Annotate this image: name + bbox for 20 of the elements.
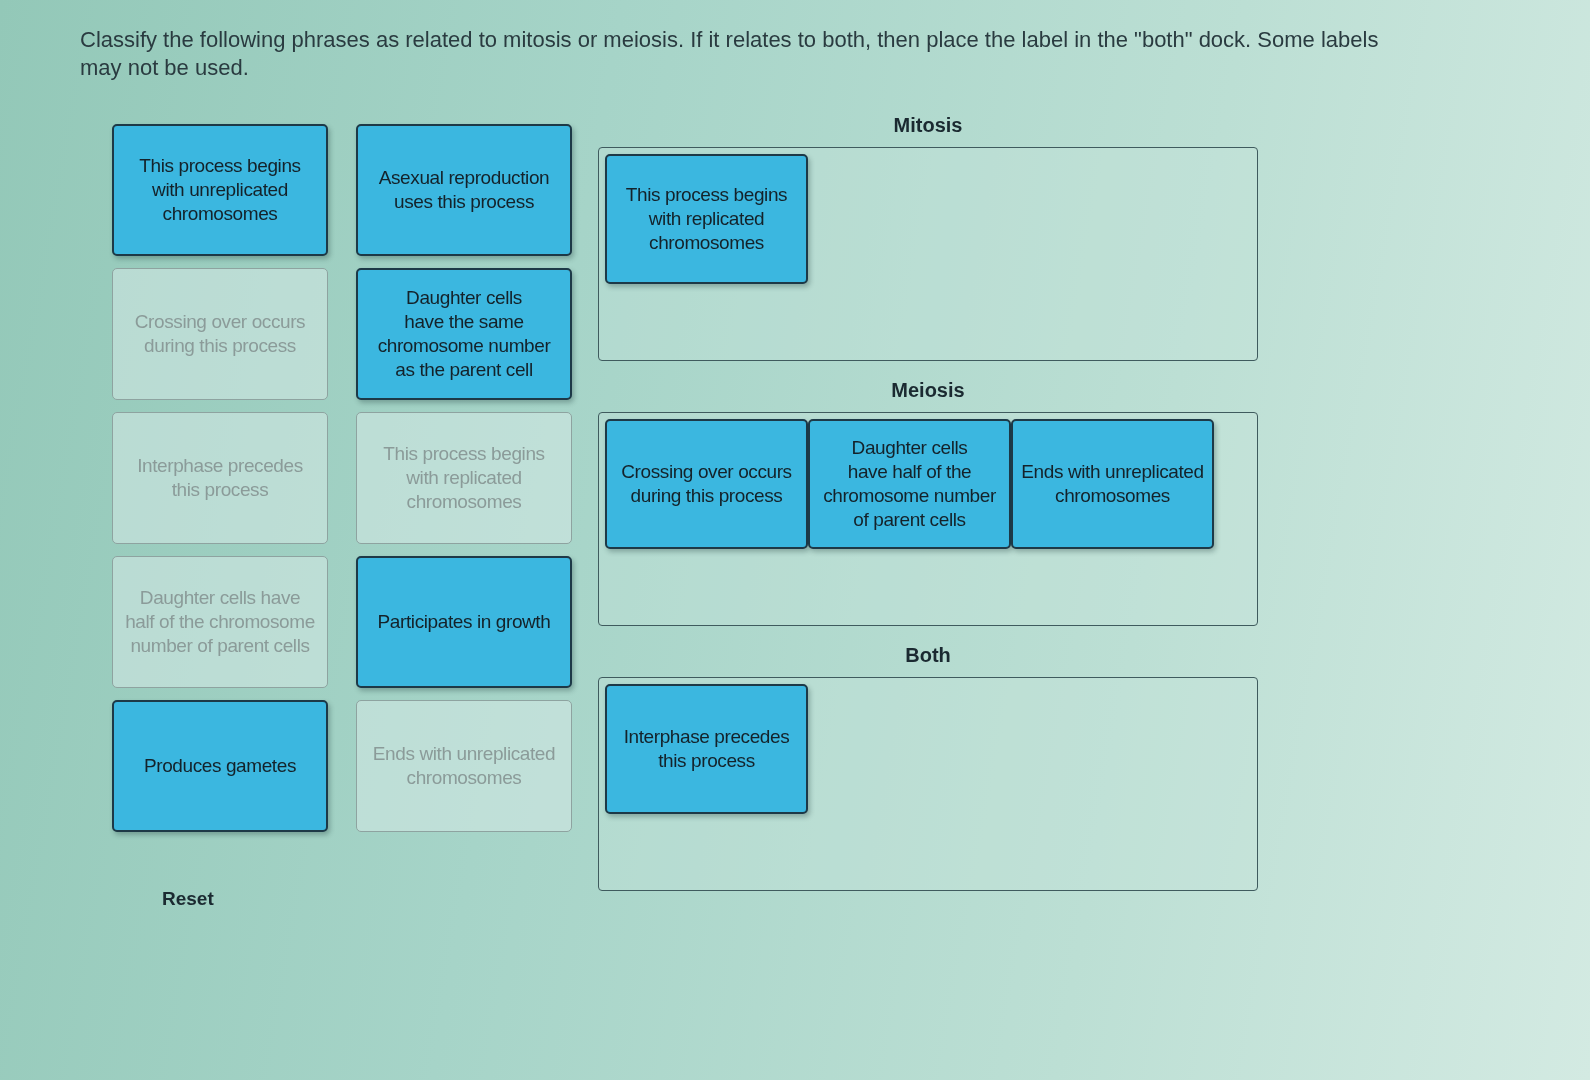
draggable-label[interactable]: Produces gametes	[112, 700, 328, 832]
draggable-label[interactable]: Asexual reproduction uses this process	[356, 124, 572, 256]
reset-button[interactable]: Reset	[162, 888, 214, 910]
draggable-label[interactable]: This process begins with unreplicated chromosomes	[112, 124, 328, 256]
faded-label: Interphase precedes this process	[112, 412, 328, 544]
faded-label: This process begins with replicated chromosomes	[356, 412, 572, 544]
faded-label: Daughter cells have half of the chromosome number of parent cells	[112, 556, 328, 688]
draggable-label[interactable]: Daughter cells have the same chromosome number as the parent cell	[356, 268, 572, 400]
faded-label: Ends with unreplicated chromosomes	[356, 700, 572, 832]
instructions: Classify the following phrases as related to mitosis or meiosis. If it relates to both, then place the label in the "both" dock. Some labels may not be used.	[80, 26, 1380, 82]
draggable-label[interactable]: This process begins with replicated chromosomes	[605, 154, 808, 284]
dock-title: Both	[905, 644, 951, 667]
faded-label: Crossing over occurs during this process	[112, 268, 328, 400]
draggable-label[interactable]: Ends with unreplicated chromosomes	[1011, 419, 1214, 549]
draggable-label[interactable]: Participates in growth	[356, 556, 572, 688]
draggable-label[interactable]: Crossing over occurs during this process	[605, 419, 808, 549]
draggable-label[interactable]: Interphase precedes this process	[605, 684, 808, 814]
draggable-label[interactable]: Daughter cells have half of the chromosome number of parent cells	[808, 419, 1011, 549]
dock-title: Mitosis	[893, 114, 963, 137]
dock-title: Meiosis	[891, 379, 965, 402]
